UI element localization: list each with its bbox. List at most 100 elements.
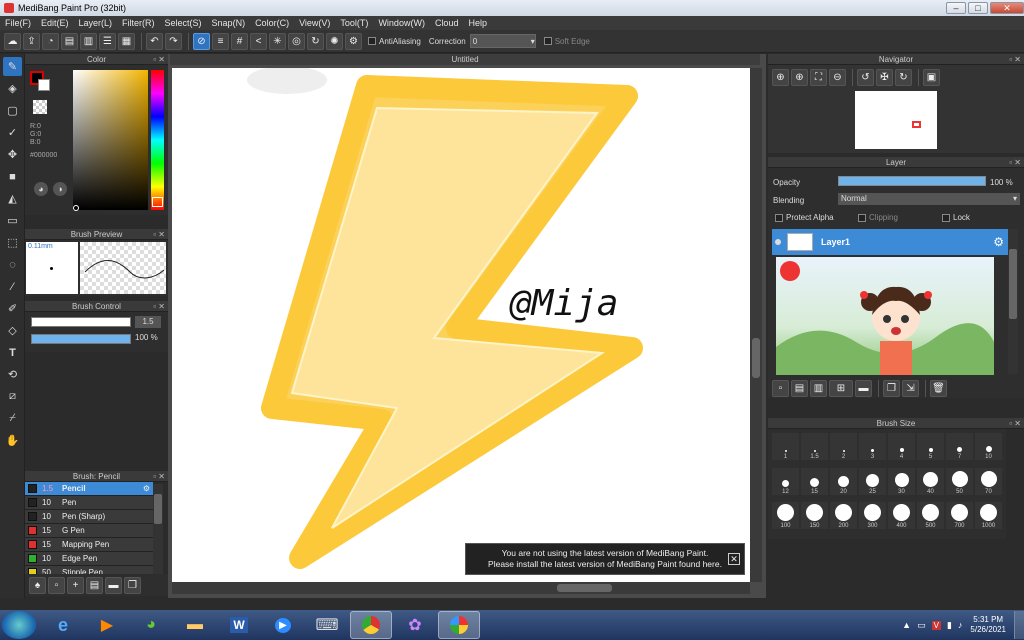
media-player-icon[interactable]: ▶ xyxy=(86,611,128,639)
zoom-in-alt-icon[interactable]: ⊕ xyxy=(791,69,808,86)
brush-size-option[interactable]: 2 xyxy=(830,433,857,460)
snap-off-icon[interactable]: ⊘ xyxy=(193,32,210,50)
brush-size-option[interactable]: 7 xyxy=(946,433,973,460)
blending-select[interactable]: Normal ▾ xyxy=(838,193,1020,205)
palette-icon[interactable]: ◕ xyxy=(34,182,48,196)
brush-cloud-icon[interactable]: ♠ xyxy=(29,576,46,594)
lock-checkbox[interactable] xyxy=(942,214,950,222)
save-icon[interactable]: ▤ xyxy=(61,32,78,50)
brush-size-option[interactable]: 400 xyxy=(888,502,915,530)
list-icon[interactable]: ☰ xyxy=(99,32,116,50)
radial-snap-icon[interactable]: ✳ xyxy=(269,32,286,50)
upload-icon[interactable]: ⇪ xyxy=(23,32,40,50)
menu-help[interactable]: Help xyxy=(463,18,492,28)
brush-item-pen-sharp[interactable]: 10 Pen (Sharp) xyxy=(25,510,153,524)
canvas-tab[interactable]: Untitled xyxy=(170,54,760,65)
fit-icon[interactable]: ⛶ xyxy=(810,69,827,86)
brush-opacity-slider[interactable] xyxy=(31,334,131,344)
menu-file[interactable]: File(F) xyxy=(0,18,36,28)
chrome-icon[interactable] xyxy=(350,611,392,639)
clipping-checkbox[interactable] xyxy=(858,214,866,222)
brush-size-option[interactable]: 150 xyxy=(801,502,828,530)
brush-size-option[interactable]: 40 xyxy=(917,467,944,495)
brush-size-option[interactable]: 12 xyxy=(772,467,799,495)
comment-icon[interactable]: ◔ xyxy=(42,32,59,50)
brush-size-option[interactable]: 1000 xyxy=(975,502,1002,530)
update-notice[interactable]: You are not using the latest version of … xyxy=(465,543,745,575)
minimize-button[interactable]: – xyxy=(946,2,966,14)
cloud-icon[interactable]: ☁ xyxy=(4,32,21,50)
close-button[interactable]: ✕ xyxy=(990,2,1024,14)
clock[interactable]: 5:31 PM 5/26/2021 xyxy=(970,615,1006,635)
layer-scrollbar[interactable] xyxy=(1008,229,1018,374)
menu-cloud[interactable]: Cloud xyxy=(430,18,464,28)
folder-icon[interactable]: ▬ xyxy=(855,380,872,397)
gear-icon[interactable]: ⚙ xyxy=(345,32,362,50)
scrollbar-thumb[interactable] xyxy=(1009,249,1017,319)
menu-filter[interactable]: Filter(R) xyxy=(117,18,160,28)
canvas-vertical-scrollbar[interactable] xyxy=(750,68,762,582)
antialiasing-checkbox[interactable] xyxy=(368,37,376,45)
brush-size-option[interactable]: 3 xyxy=(859,433,886,460)
eraser-tool-icon[interactable]: ◈ xyxy=(3,79,22,98)
rotate-left-icon[interactable]: ↺ xyxy=(857,69,874,86)
fill-rect-tool-icon[interactable]: ■ xyxy=(3,167,22,186)
brush-settings-icon[interactable]: ▤ xyxy=(86,576,103,594)
panel-controls-icon[interactable]: ▫ ✕ xyxy=(1009,418,1021,429)
flip-icon[interactable]: ✠ xyxy=(876,69,893,86)
gradient-tool-icon[interactable]: ▭ xyxy=(3,211,22,230)
brush-size-option[interactable]: 15 xyxy=(801,467,828,495)
operation-tool-icon[interactable]: ⟲ xyxy=(3,365,22,384)
file-explorer-icon[interactable]: ▬ xyxy=(174,611,216,639)
redo-icon[interactable]: ↷ xyxy=(165,32,182,50)
brush-size-option[interactable]: 300 xyxy=(859,502,886,530)
panel-controls-icon[interactable]: ▫ ✕ xyxy=(1009,157,1021,168)
rect-tool-icon[interactable]: ▢ xyxy=(3,101,22,120)
vpn-icon[interactable]: V xyxy=(931,620,941,630)
merge-layer-icon[interactable]: ⇲ xyxy=(902,380,919,397)
brush-item-g-pen[interactable]: 15 G Pen xyxy=(25,524,153,538)
correction-select[interactable]: 0 ▾ xyxy=(469,34,536,48)
gear-icon[interactable]: ⚙ xyxy=(993,235,1004,249)
zoom-in-icon[interactable]: ⊕ xyxy=(772,69,789,86)
zoom-out-icon[interactable]: ⊖ xyxy=(829,69,846,86)
ie-browser-icon[interactable]: e xyxy=(42,611,84,639)
panel-controls-icon[interactable]: ▫ ✕ xyxy=(1009,54,1021,65)
perspective-snap-icon[interactable]: < xyxy=(250,32,267,50)
magic-wand-tool-icon[interactable]: ⁄ xyxy=(3,277,22,296)
scrollbar-thumb[interactable] xyxy=(154,494,162,524)
lasso-tool-icon[interactable]: ◌ xyxy=(3,255,22,274)
brush-size-option[interactable]: 50 xyxy=(946,467,973,495)
hue-slider-handle[interactable] xyxy=(152,197,163,207)
brush-item-pen[interactable]: 10 Pen xyxy=(25,496,153,510)
scrollbar-thumb[interactable] xyxy=(557,584,612,592)
bucket-tool-icon[interactable]: ◭ xyxy=(3,189,22,208)
brush-size-option[interactable]: 70 xyxy=(975,467,1002,495)
panel-controls-icon[interactable]: ▫ ✕ xyxy=(153,229,165,240)
menu-select[interactable]: Select(S) xyxy=(160,18,207,28)
brush-size-option[interactable]: 1 xyxy=(772,433,799,460)
trash-icon[interactable]: 🗑 xyxy=(930,380,947,397)
new-layer-icon[interactable]: ▫ xyxy=(772,380,789,397)
word-icon[interactable]: W xyxy=(218,611,260,639)
brush-size-option[interactable]: 1.5 xyxy=(801,433,828,460)
brush-tool-icon[interactable]: ✎ xyxy=(3,57,22,76)
menu-snap[interactable]: Snap(N) xyxy=(207,18,251,28)
gear-icon[interactable]: ⚙ xyxy=(143,484,150,493)
parallel-snap-icon[interactable]: ≡ xyxy=(212,32,229,50)
canvas-horizontal-scrollbar[interactable] xyxy=(172,582,750,594)
brush-size-option[interactable]: 100 xyxy=(772,502,799,530)
settings-snap-icon[interactable]: ✺ xyxy=(326,32,343,50)
brush-size-option[interactable]: 20 xyxy=(830,467,857,495)
select-tool-icon[interactable]: ⬚ xyxy=(3,233,22,252)
grid-view-icon[interactable]: ▦ xyxy=(118,32,135,50)
move-tool-icon[interactable]: ✥ xyxy=(3,145,22,164)
rotate-right-icon[interactable]: ↻ xyxy=(895,69,912,86)
transparent-swatch[interactable] xyxy=(33,100,47,114)
menu-edit[interactable]: Edit(E) xyxy=(36,18,74,28)
brush-size-option[interactable]: 500 xyxy=(917,502,944,530)
menu-tool[interactable]: Tool(T) xyxy=(335,18,373,28)
navigator-thumbnail[interactable] xyxy=(855,91,937,149)
anime-app-icon[interactable]: ✿ xyxy=(394,611,436,639)
protect-alpha-checkbox[interactable] xyxy=(775,214,783,222)
